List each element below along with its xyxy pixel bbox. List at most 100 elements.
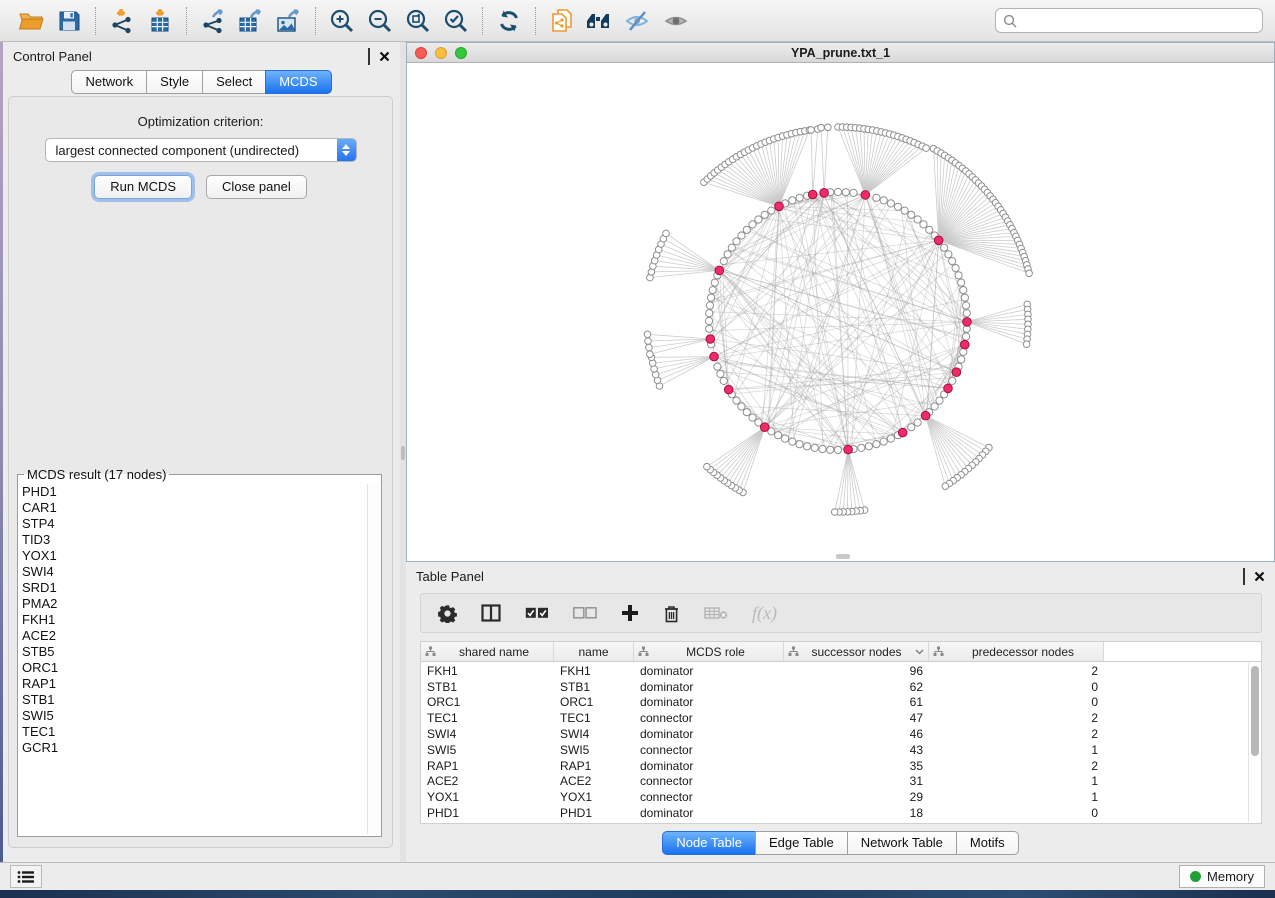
mcds-result-item[interactable]: PHD1 xyxy=(22,484,366,500)
export-network-button[interactable] xyxy=(194,5,232,37)
mcds-result-item[interactable]: GCR1 xyxy=(22,740,366,756)
cell-shared-name: RAP1 xyxy=(421,759,554,773)
cell-successor-nodes: 96 xyxy=(784,664,929,678)
mcds-result-item[interactable]: SWI5 xyxy=(22,708,366,724)
export-table-button[interactable] xyxy=(232,5,270,37)
import-table-button[interactable] xyxy=(141,5,179,37)
cell-successor-nodes: 31 xyxy=(784,774,929,788)
tab-style[interactable]: Style xyxy=(146,70,203,94)
table-row[interactable]: RAP1RAP1dominator352 xyxy=(421,758,1247,774)
column-header-successor-nodes[interactable]: successor nodes xyxy=(784,642,929,661)
window-minimize-icon[interactable] xyxy=(435,47,447,59)
table-row[interactable]: SWI4SWI4dominator462 xyxy=(421,726,1247,742)
tab-select[interactable]: Select xyxy=(202,70,266,94)
mcds-result-item[interactable]: FKH1 xyxy=(22,612,366,628)
zoom-fit-icon xyxy=(405,8,431,34)
copy-share-button[interactable] xyxy=(543,5,581,37)
task-history-button[interactable] xyxy=(10,865,42,888)
table-row[interactable]: STB1STB1dominator620 xyxy=(421,679,1247,695)
selected-criterion-value: largest connected component (undirected) xyxy=(46,143,337,158)
table-row[interactable]: SWI5SWI5connector431 xyxy=(421,742,1247,758)
mcds-result-scrollbar[interactable] xyxy=(367,484,379,834)
memory-button[interactable]: Memory xyxy=(1179,865,1265,888)
mcds-result-item[interactable]: TEC1 xyxy=(22,724,366,740)
table-scrollbar-thumb[interactable] xyxy=(1251,666,1259,756)
mcds-result-item[interactable]: PMA2 xyxy=(22,596,366,612)
zoom-in-button[interactable] xyxy=(323,5,361,37)
close-panel-button[interactable]: Close panel xyxy=(206,175,307,199)
mcds-result-item[interactable]: STB5 xyxy=(22,644,366,660)
mcds-result-item[interactable]: STP4 xyxy=(22,516,366,532)
float-panel-icon[interactable] xyxy=(368,49,370,64)
open-file-button[interactable] xyxy=(12,5,50,37)
table-row[interactable]: YOX1YOX1connector291 xyxy=(421,789,1247,805)
optimization-criterion-select[interactable]: largest connected component (undirected) xyxy=(45,138,357,162)
network-window-titlebar[interactable]: YPA_prune.txt_1 xyxy=(407,43,1274,63)
table-row[interactable]: FKH1FKH1dominator962 xyxy=(421,663,1247,679)
cell-successor-nodes: 43 xyxy=(784,743,929,757)
function-builder-button[interactable]: f(x) xyxy=(752,603,777,624)
mcds-result-item[interactable]: ACE2 xyxy=(22,628,366,644)
column-header-mcds-role[interactable]: MCDS role xyxy=(634,642,784,661)
hide-details-button[interactable] xyxy=(619,5,657,37)
network-window: YPA_prune.txt_1 xyxy=(406,42,1275,562)
table-row[interactable]: PHD1PHD1dominator180 xyxy=(421,805,1247,821)
table-row[interactable]: TEC1TEC1connector472 xyxy=(421,710,1247,726)
run-mcds-button[interactable]: Run MCDS xyxy=(94,175,192,199)
cell-successor-nodes: 46 xyxy=(784,727,929,741)
window-close-icon[interactable] xyxy=(415,47,427,59)
tab-network-table[interactable]: Network Table xyxy=(847,831,957,855)
horizontal-splitter-grip[interactable] xyxy=(836,554,850,559)
close-panel-icon[interactable] xyxy=(1254,571,1265,582)
delete-column-button[interactable] xyxy=(663,604,680,623)
export-table-icon xyxy=(237,8,265,34)
zoom-selected-button[interactable] xyxy=(437,5,475,37)
tab-node-table[interactable]: Node Table xyxy=(662,831,756,855)
tab-network[interactable]: Network xyxy=(71,70,147,94)
mcds-result-item[interactable]: RAP1 xyxy=(22,676,366,692)
save-session-button[interactable] xyxy=(50,5,88,37)
close-panel-icon[interactable] xyxy=(379,51,390,62)
table-scrollbar[interactable] xyxy=(1248,663,1261,822)
column-header-name[interactable]: name xyxy=(554,642,634,661)
mcds-result-list[interactable]: PHD1CAR1STP4TID3YOX1SWI4SRD1PMA2FKH1ACE2… xyxy=(22,484,366,834)
import-network-button[interactable] xyxy=(103,5,141,37)
mcds-result-item[interactable]: TID3 xyxy=(22,532,366,548)
export-image-button[interactable] xyxy=(270,5,308,37)
tab-mcds[interactable]: MCDS xyxy=(265,70,331,94)
add-column-button[interactable] xyxy=(621,604,639,622)
search-input[interactable] xyxy=(1022,13,1255,28)
zoom-fit-button[interactable] xyxy=(399,5,437,37)
tab-edge-table[interactable]: Edge Table xyxy=(755,831,848,855)
splitter-grip[interactable] xyxy=(401,446,405,460)
mcds-tab-content: Optimization criterion: largest connecte… xyxy=(8,96,393,848)
select-all-button[interactable] xyxy=(525,607,549,619)
cell-successor-nodes: 62 xyxy=(784,680,929,694)
column-header-shared-name[interactable]: shared name xyxy=(421,642,554,661)
delete-table-button[interactable] xyxy=(704,606,728,620)
network-canvas[interactable] xyxy=(407,63,1274,560)
mcds-result-item[interactable]: ORC1 xyxy=(22,660,366,676)
float-panel-icon[interactable] xyxy=(1243,569,1245,584)
dominator-node xyxy=(715,266,724,275)
zoom-out-button[interactable] xyxy=(361,5,399,37)
mcds-result-item[interactable]: SWI4 xyxy=(22,564,366,580)
split-panel-button[interactable] xyxy=(481,604,501,622)
table-row[interactable]: ORC1ORC1dominator610 xyxy=(421,695,1247,711)
show-details-button[interactable] xyxy=(657,5,695,37)
column-header-predecessor-nodes[interactable]: predecessor nodes xyxy=(929,642,1104,661)
birds-eye-view-button[interactable] xyxy=(581,5,619,37)
mcds-result-item[interactable]: CAR1 xyxy=(22,500,366,516)
table-row[interactable]: ACE2ACE2connector311 xyxy=(421,774,1247,790)
window-maximize-icon[interactable] xyxy=(455,47,467,59)
mcds-result-item[interactable]: YOX1 xyxy=(22,548,366,564)
settings-gear-button[interactable] xyxy=(438,604,457,623)
deselect-all-button[interactable] xyxy=(573,607,597,619)
refresh-button[interactable] xyxy=(490,5,528,37)
mcds-result-item[interactable]: STB1 xyxy=(22,692,366,708)
search-box[interactable] xyxy=(995,8,1263,33)
mcds-result-item[interactable]: SRD1 xyxy=(22,580,366,596)
tab-motifs[interactable]: Motifs xyxy=(956,831,1019,855)
dominator-node xyxy=(961,340,970,349)
network-graph[interactable] xyxy=(407,63,1274,560)
